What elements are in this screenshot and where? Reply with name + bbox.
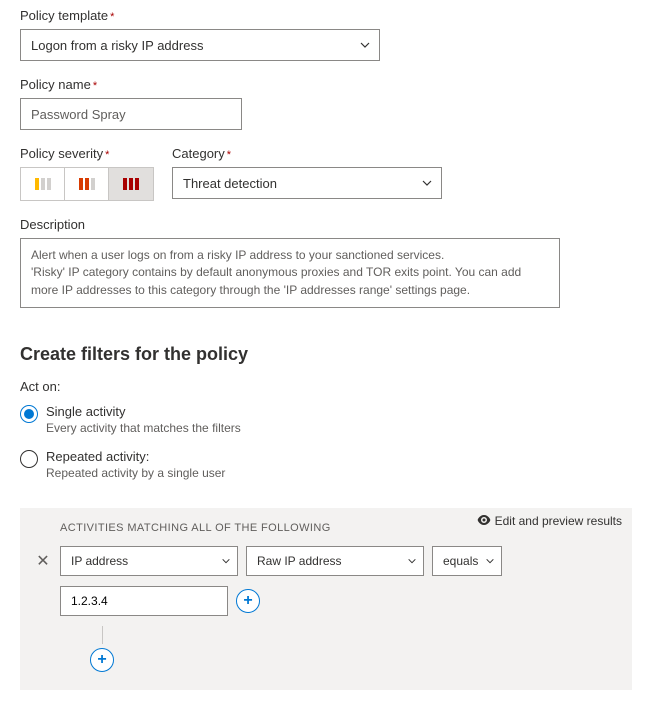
chevron-down-icon: [407, 556, 417, 566]
preview-link-text: Edit and preview results: [495, 514, 622, 528]
radio-secondary-label: Repeated activity by a single user: [46, 466, 225, 480]
filter-subfield-value: Raw IP address: [257, 554, 342, 568]
policy-name-input[interactable]: [20, 98, 242, 130]
severity-low-button[interactable]: [21, 168, 65, 200]
severity-medium-button[interactable]: [65, 168, 109, 200]
radio-primary-label: Single activity: [46, 404, 241, 419]
filter-row: ✕ IP address Raw IP address equals: [34, 546, 618, 576]
policy-severity-label: Policy severity*: [20, 146, 154, 161]
filter-subfield-select[interactable]: Raw IP address: [246, 546, 424, 576]
category-select[interactable]: Threat detection: [172, 167, 442, 199]
policy-name-label: Policy name*: [20, 77, 632, 92]
eye-icon: [477, 514, 491, 528]
description-label: Description: [20, 217, 632, 232]
radio-repeated-activity[interactable]: Repeated activity: Repeated activity by …: [20, 449, 632, 480]
category-label: Category*: [172, 146, 632, 161]
add-filter-button[interactable]: +: [90, 648, 114, 672]
chevron-down-icon: [485, 556, 495, 566]
filter-operator-value: equals: [443, 554, 478, 568]
radio-secondary-label: Every activity that matches the filters: [46, 421, 241, 435]
act-on-label: Act on:: [20, 379, 632, 394]
category-value: Threat detection: [183, 176, 277, 191]
radio-icon: [20, 450, 38, 468]
add-value-button[interactable]: +: [236, 589, 260, 613]
filter-operator-select[interactable]: equals: [432, 546, 502, 576]
policy-template-value: Logon from a risky IP address: [31, 38, 203, 53]
chevron-down-icon: [359, 39, 371, 51]
create-filters-heading: Create filters for the policy: [20, 344, 632, 365]
description-textarea[interactable]: Alert when a user logs on from a risky I…: [20, 238, 560, 308]
severity-toggle-group: [20, 167, 154, 201]
filter-value-input[interactable]: [60, 586, 228, 616]
chevron-down-icon: [221, 556, 231, 566]
chevron-down-icon: [421, 177, 433, 189]
remove-filter-button[interactable]: ✕: [34, 551, 52, 571]
policy-template-label: Policy template*: [20, 8, 632, 23]
policy-template-select[interactable]: Logon from a risky IP address: [20, 29, 380, 61]
severity-high-button[interactable]: [109, 168, 153, 200]
filter-field-value: IP address: [71, 554, 128, 568]
radio-icon: [20, 405, 38, 423]
edit-preview-link[interactable]: Edit and preview results: [477, 514, 622, 528]
filter-field-select[interactable]: IP address: [60, 546, 238, 576]
filter-panel: Edit and preview results ACTIVITIES MATC…: [20, 508, 632, 690]
radio-primary-label: Repeated activity:: [46, 449, 225, 464]
connector-line: [102, 626, 103, 644]
radio-single-activity[interactable]: Single activity Every activity that matc…: [20, 404, 632, 435]
